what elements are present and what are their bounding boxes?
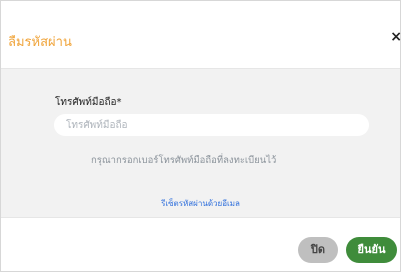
forgot-password-modal: ลืมรหัสผ่าน × โทรศัพท์มือถือ* กรุณากรอกเ… [0,0,401,272]
phone-hint: กรุณากรอกเบอร์โทรศัพท์มือถือที่ลงทะเบียน… [91,155,277,166]
modal-title: ลืมรหัสผ่าน [8,35,72,50]
phone-input[interactable] [54,114,369,136]
modal-header: ลืมรหัสผ่าน × [1,1,401,69]
close-icon[interactable]: × [390,29,401,45]
modal-body: โทรศัพท์มือถือ* กรุณากรอกเบอร์โทรศัพท์มื… [1,69,400,218]
close-button[interactable]: ปิด [298,237,338,263]
confirm-button[interactable]: ยืนยัน [346,237,397,263]
reset-by-email-link[interactable]: รีเซ็ตรหัสผ่านด้วยอีเมล [1,197,400,210]
phone-label: โทรศัพท์มือถือ* [55,97,122,108]
